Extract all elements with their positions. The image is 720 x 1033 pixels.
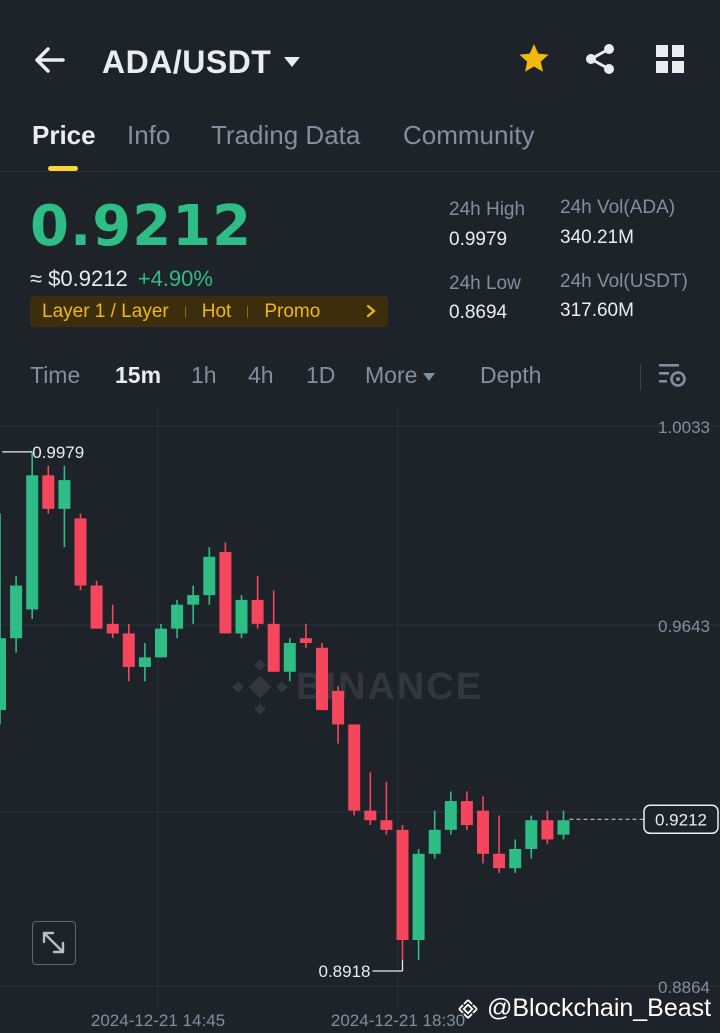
- candlestick-chart[interactable]: 1.00330.96430.92540.88642024-12-21 14:45…: [0, 405, 720, 1033]
- candle-body: [187, 595, 200, 605]
- candle-body: [58, 480, 71, 509]
- price-change-percent: +4.90%: [137, 266, 213, 291]
- app-header: ADA/USDT: [0, 0, 720, 120]
- candle-body: [380, 820, 393, 830]
- x-tick-label: 2024-12-21 18:30: [331, 1011, 465, 1030]
- expand-chart-button[interactable]: [32, 921, 76, 965]
- y-tick-label: 0.9643: [658, 617, 710, 636]
- toolbar-time[interactable]: Time: [30, 362, 80, 389]
- candle-body: [42, 475, 55, 509]
- caret-down-icon: [423, 372, 436, 381]
- candle-body: [332, 690, 345, 725]
- x-tick-label: 2024-12-21 14:45: [91, 1011, 225, 1030]
- candle-body: [171, 604, 184, 629]
- tab-info[interactable]: Info: [127, 120, 170, 151]
- candle-body: [235, 599, 248, 634]
- candle-body: [0, 638, 6, 711]
- candle-body: [525, 820, 538, 849]
- star-icon[interactable]: [517, 42, 551, 76]
- candle-body: [26, 475, 39, 610]
- candle-body: [90, 585, 103, 629]
- toolbar-1d[interactable]: 1D: [306, 362, 335, 389]
- toolbar-1h[interactable]: 1h: [191, 362, 217, 389]
- toolbar-4h[interactable]: 4h: [248, 362, 274, 389]
- pair-selector[interactable]: ADA/USDT: [102, 40, 301, 84]
- candle-body: [74, 518, 87, 586]
- approx-usd-price: ≈ $0.9212: [30, 266, 128, 291]
- candle-body: [444, 801, 457, 830]
- tab-price[interactable]: Price: [32, 120, 96, 151]
- candle-body: [477, 810, 489, 854]
- candle-body: [122, 633, 135, 667]
- stat-low-value: 0.8694: [449, 302, 508, 323]
- toolbar-15m[interactable]: 15m: [115, 362, 161, 389]
- candle-body: [10, 585, 23, 639]
- y-tick-label: 1.0033: [658, 418, 710, 437]
- candle-body: [364, 810, 377, 821]
- low-marker-label: 0.8918: [319, 962, 371, 981]
- tag-bar[interactable]: Layer 1 / Layer Hot Promo: [30, 296, 388, 327]
- candle-body: [557, 820, 570, 835]
- tag-hot[interactable]: Hot: [202, 301, 232, 323]
- stat-vol-quote-value: 317.60M: [560, 300, 634, 321]
- candle-body: [412, 853, 425, 941]
- stat-vol-base-value: 340.21M: [560, 227, 634, 248]
- candle-body: [138, 657, 151, 667]
- candle-body: [428, 829, 441, 854]
- grid-icon[interactable]: [653, 42, 687, 76]
- caret-down-icon: [284, 57, 301, 67]
- tab-trading-data[interactable]: Trading Data: [211, 120, 360, 151]
- high-marker-label: 0.9979: [32, 443, 84, 462]
- tag-separator: [247, 305, 249, 318]
- chart-toolbar: Time 15m 1h 4h 1D More Depth: [0, 350, 720, 404]
- stat-high-value: 0.9979: [449, 229, 508, 250]
- main-tabs: Price Info Trading Data Community: [0, 110, 720, 172]
- price-summary: ≈ $0.9212 +4.90%: [30, 266, 213, 292]
- stat-vol-quote-label: 24h Vol(USDT): [560, 271, 688, 292]
- candle-body: [316, 647, 328, 711]
- expand-icon: [42, 931, 65, 954]
- arrow-left-icon[interactable]: [30, 40, 70, 80]
- toolbar-divider: [640, 364, 641, 390]
- candle-body: [348, 724, 361, 811]
- tab-community[interactable]: Community: [403, 120, 534, 151]
- active-tab-indicator: [48, 166, 78, 171]
- pair-title: ADA/USDT: [102, 43, 272, 80]
- candle-body: [219, 551, 232, 634]
- tag-separator: [184, 305, 186, 318]
- last-price: 0.9212: [30, 194, 253, 259]
- candle-body: [396, 829, 409, 941]
- toolbar-depth[interactable]: Depth: [480, 362, 541, 389]
- last-price-label: 0.9212: [655, 810, 707, 829]
- candle-body: [509, 848, 522, 869]
- chevron-right-icon: [366, 304, 376, 318]
- chart-settings-icon[interactable]: [656, 360, 688, 390]
- candle-body: [541, 820, 554, 840]
- toolbar-more[interactable]: More: [365, 362, 436, 389]
- share-icon[interactable]: [583, 42, 617, 76]
- binance-logo-icon: [458, 998, 478, 1019]
- candle-body: [251, 599, 264, 624]
- stat-low-label: 24h Low: [449, 273, 521, 294]
- tag-promo[interactable]: Promo: [264, 301, 320, 323]
- stat-high-label: 24h High: [449, 199, 526, 220]
- tag-layer[interactable]: Layer 1 / Layer: [42, 301, 169, 323]
- candle-body: [267, 623, 280, 672]
- toolbar-more-label: More: [365, 362, 418, 388]
- candle-body: [106, 623, 119, 634]
- watermark-username: @Blockchain_Beast: [487, 994, 712, 1022]
- user-watermark: @Blockchain_Beast: [455, 994, 711, 1023]
- candle-body: [299, 638, 312, 644]
- candle-body: [460, 801, 473, 826]
- stat-vol-base-label: 24h Vol(ADA): [560, 197, 676, 218]
- candle-body: [203, 556, 216, 596]
- candle-body: [283, 643, 296, 672]
- candle-body: [155, 628, 167, 658]
- candle-body: [493, 853, 506, 869]
